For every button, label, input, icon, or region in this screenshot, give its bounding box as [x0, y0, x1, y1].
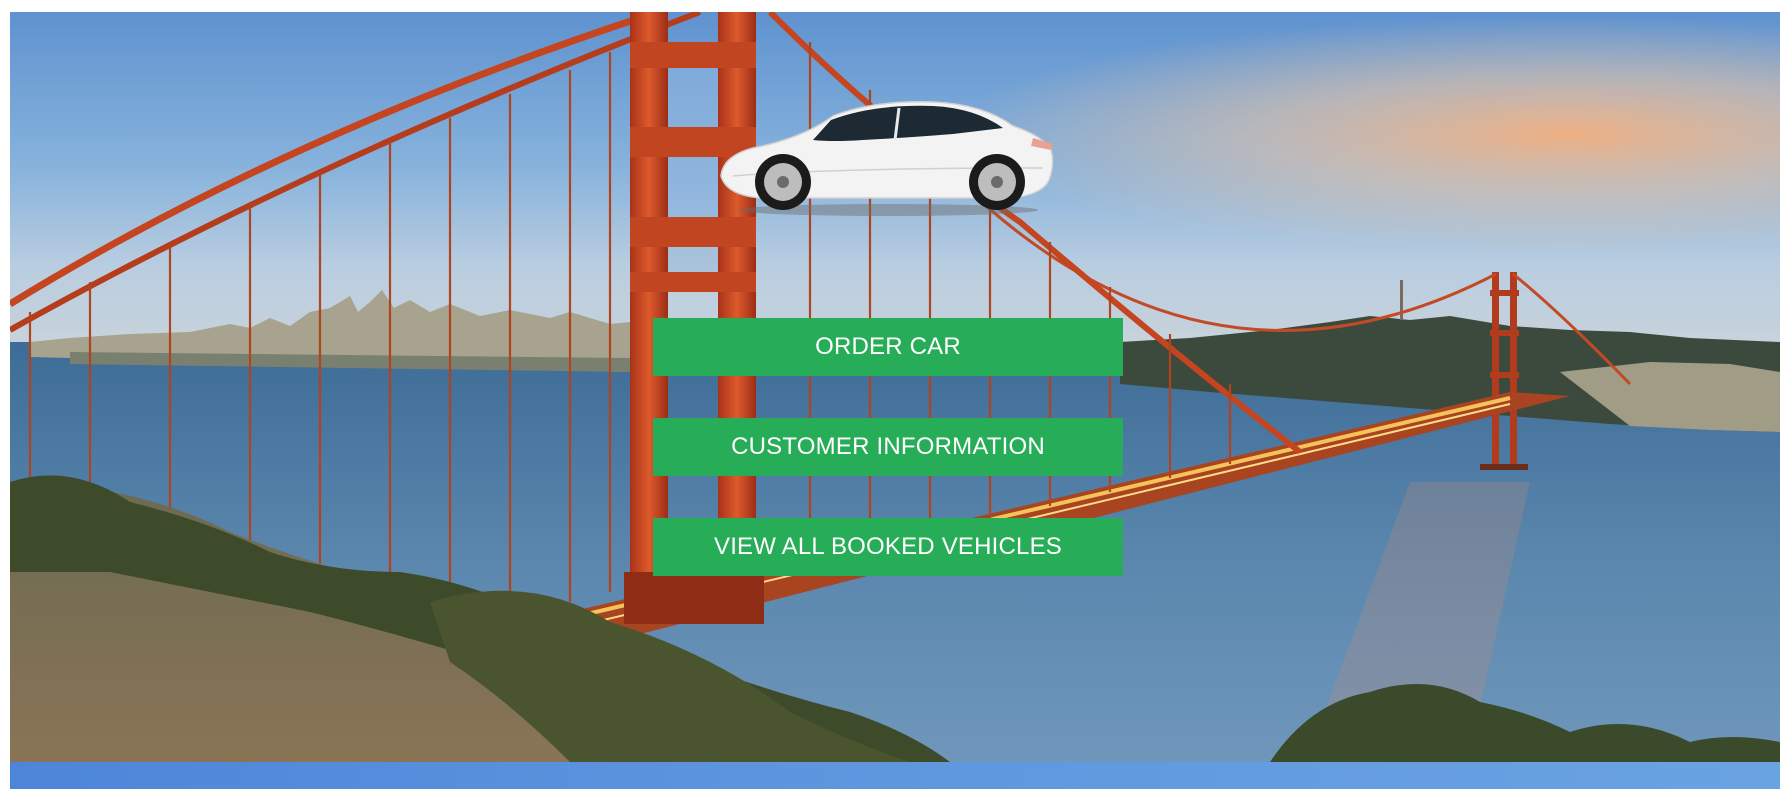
customer-information-button[interactable]: CUSTOMER INFORMATION [653, 418, 1123, 476]
main-menu: ORDER CAR CUSTOMER INFORMATION VIEW ALL … [653, 318, 1123, 618]
footer-band [10, 762, 1780, 789]
view-booked-vehicles-button[interactable]: VIEW ALL BOOKED VEHICLES [653, 518, 1123, 576]
white-sedan-car-icon [720, 101, 1054, 216]
order-car-button[interactable]: ORDER CAR [653, 318, 1123, 376]
